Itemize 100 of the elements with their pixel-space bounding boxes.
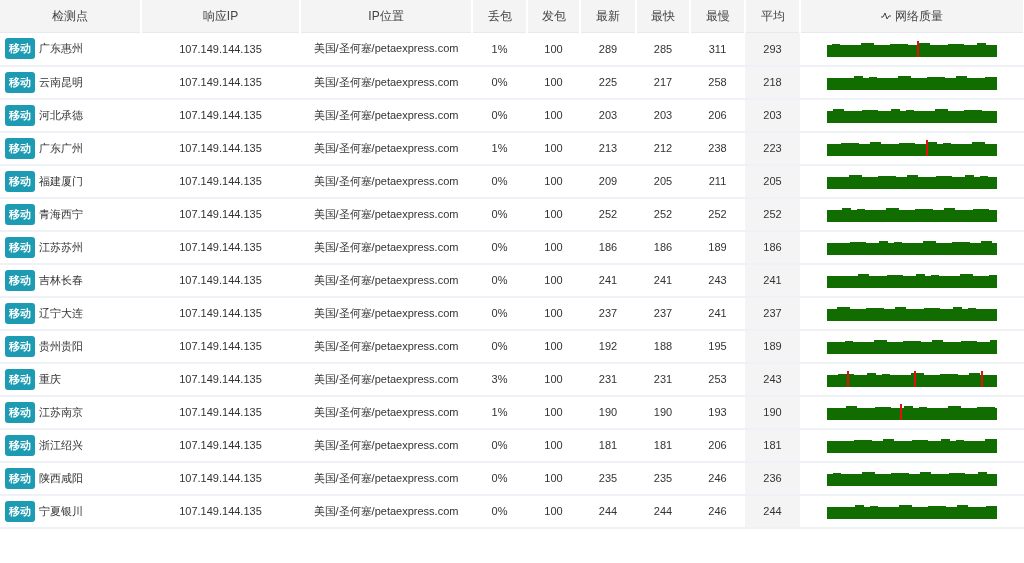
table-cell: 223 [745,131,800,165]
node-name: 辽宁大连 [39,306,83,319]
table-cell: 0% [472,164,527,198]
table-cell: 美国/圣何塞/petaexpress.com [300,461,472,495]
table-cell: 181 [745,428,800,462]
table-cell: 100 [527,461,580,495]
table-cell: 231 [580,362,636,396]
isp-tag: 移动 [5,236,35,258]
isp-tag: 移动 [5,500,35,522]
table-cell: 100 [527,395,580,429]
table-cell: 100 [527,494,580,528]
column-header: IP位置 [368,7,404,25]
isp-tag: 移动 [5,203,35,225]
table-cell: 218 [745,65,800,99]
isp-tag: 移动 [5,434,35,456]
table-cell: 252 [636,197,690,231]
table-cell: 107.149.144.135 [141,494,300,528]
table-cell: 美国/圣何塞/petaexpress.com [300,32,472,66]
table-cell: 190 [745,395,800,429]
table-cell: 美国/圣何塞/petaexpress.com [300,329,472,363]
table-cell: 美国/圣何塞/petaexpress.com [300,230,472,264]
table-cell: 235 [636,461,690,495]
table-cell: 244 [745,494,800,528]
node-name: 广东惠州 [39,42,83,55]
isp-tag: 移动 [5,38,35,60]
table-cell: 100 [527,65,580,99]
table-cell: 181 [580,428,636,462]
node-name: 陕西咸阳 [39,471,83,484]
table-cell: 190 [580,395,636,429]
table-cell: 237 [580,296,636,330]
table-cell: 美国/圣何塞/petaexpress.com [300,494,472,528]
table-cell: 252 [745,197,800,231]
table-cell: 美国/圣何塞/petaexpress.com [300,428,472,462]
table-cell: 231 [636,362,690,396]
table-cell: 美国/圣何塞/petaexpress.com [300,131,472,165]
table-cell: 241 [745,263,800,297]
table-cell: 1% [472,32,527,66]
node-name: 青海西宁 [39,207,83,220]
table-cell: 203 [580,98,636,132]
table-cell: 美国/圣何塞/petaexpress.com [300,98,472,132]
column-header: 检测点 [52,7,88,25]
table-cell: 0% [472,329,527,363]
table-cell: 美国/圣何塞/petaexpress.com [300,296,472,330]
column-header: 最慢 [705,7,730,25]
table-cell: 100 [527,164,580,198]
table-cell: 0% [472,197,527,231]
column-header: 平均 [760,7,785,25]
isp-tag: 移动 [5,335,35,357]
table-cell: 241 [580,263,636,297]
column-header: 发包 [541,7,566,25]
column-header: 丢包 [487,7,512,25]
table-cell: 107.149.144.135 [141,362,300,396]
table-cell: 100 [527,131,580,165]
table-cell: 3% [472,362,527,396]
table-cell: 192 [580,329,636,363]
table-cell: 1% [472,395,527,429]
node-name: 福建厦门 [39,174,83,187]
table-cell: 241 [636,263,690,297]
table-cell: 美国/圣何塞/petaexpress.com [300,65,472,99]
column-header: 最快 [651,7,675,25]
isp-tag: 移动 [5,137,35,159]
table-cell: 181 [636,428,690,462]
table-cell: 107.149.144.135 [141,230,300,264]
node-name: 重庆 [39,372,61,385]
table-cell: 217 [636,65,690,99]
table-cell: 289 [580,32,636,66]
table-cell: 205 [636,164,690,198]
isp-tag: 移动 [5,401,35,423]
table-cell: 100 [527,296,580,330]
table-cell: 107.149.144.135 [141,32,300,66]
isp-tag: 移动 [5,269,35,291]
node-name: 江苏南京 [39,405,83,418]
table-cell: 209 [580,164,636,198]
table-cell: 107.149.144.135 [141,164,300,198]
table-cell: 189 [745,329,800,363]
table-cell: 美国/圣何塞/petaexpress.com [300,197,472,231]
table-cell: 237 [745,296,800,330]
node-name: 广东广州 [39,141,83,154]
table-cell: 107.149.144.135 [141,65,300,99]
table-cell: 100 [527,329,580,363]
table-cell: 0% [472,428,527,462]
table-cell: 107.149.144.135 [141,197,300,231]
table-cell: 美国/圣何塞/petaexpress.com [300,263,472,297]
table-cell: 203 [745,98,800,132]
table-cell: 100 [527,230,580,264]
column-header: 响应IP [202,7,239,25]
isp-tag: 移动 [5,368,35,390]
table-cell: 100 [527,32,580,66]
table-cell: 0% [472,230,527,264]
table-cell: 100 [527,98,580,132]
table-cell: 237 [636,296,690,330]
node-name: 浙江绍兴 [39,438,83,451]
table-cell: 205 [745,164,800,198]
table-cell: 107.149.144.135 [141,329,300,363]
table-cell: 190 [636,395,690,429]
node-name: 吉林长春 [39,273,83,286]
table-cell: 236 [745,461,800,495]
table-cell: 107.149.144.135 [141,263,300,297]
isp-tag: 移动 [5,104,35,126]
table-cell: 107.149.144.135 [141,131,300,165]
